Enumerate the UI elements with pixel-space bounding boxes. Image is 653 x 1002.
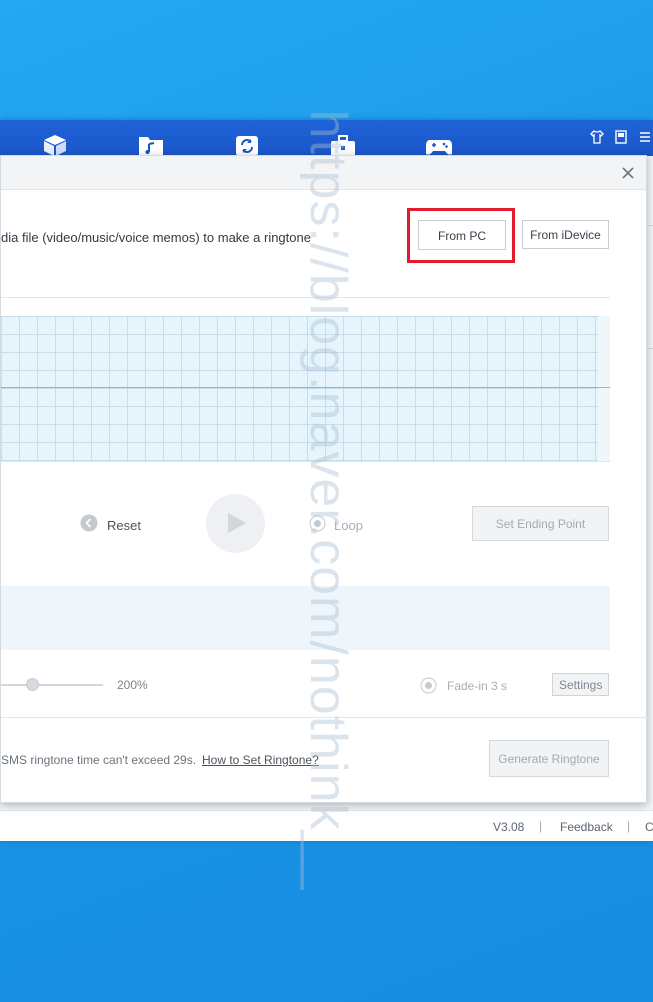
status-trailing-link[interactable]: C xyxy=(645,820,653,834)
panel-edge xyxy=(649,348,653,349)
status-separator: | xyxy=(539,819,543,833)
cube-icon[interactable] xyxy=(42,134,68,156)
loop-label: Loop xyxy=(334,518,363,533)
settings-button[interactable]: Settings xyxy=(552,673,609,696)
from-idevice-button[interactable]: From iDevice xyxy=(522,220,609,249)
sms-note: SMS ringtone time can't exceed 29s. xyxy=(1,753,197,767)
fade-in-radio[interactable] xyxy=(420,677,437,694)
how-to-set-ringtone-link[interactable]: How to Set Ringtone? xyxy=(202,753,319,767)
music-folder-icon[interactable] xyxy=(138,134,164,156)
toolbox-icon[interactable] xyxy=(330,134,356,156)
sync-icon[interactable] xyxy=(234,134,260,156)
dialog-header xyxy=(1,156,646,190)
note-icon[interactable] xyxy=(614,130,628,144)
app-statusbar: V3.08 | Feedback | C xyxy=(0,810,653,841)
volume-slider-track[interactable] xyxy=(1,684,103,686)
gamepad-icon[interactable] xyxy=(426,134,452,156)
clip-area xyxy=(1,586,610,650)
feedback-link[interactable]: Feedback xyxy=(560,820,613,834)
menu-icon[interactable] xyxy=(638,130,652,144)
instruction-text: dia file (video/music/voice memos) to ma… xyxy=(1,230,311,245)
generate-ringtone-button[interactable]: Generate Ringtone xyxy=(489,740,609,777)
shirt-icon[interactable] xyxy=(590,130,604,144)
waveform-baseline xyxy=(1,387,610,388)
status-separator: | xyxy=(627,819,631,833)
divider xyxy=(1,297,610,298)
from-pc-button[interactable]: From PC xyxy=(418,220,506,250)
panel-edge xyxy=(649,225,653,226)
play-button[interactable] xyxy=(206,494,265,553)
set-ending-point-button[interactable]: Set Ending Point xyxy=(472,506,609,541)
make-ringtone-dialog: dia file (video/music/voice memos) to ma… xyxy=(0,155,648,803)
version-label: V3.08 xyxy=(493,820,525,834)
loop-radio[interactable] xyxy=(309,515,326,532)
fade-in-label: Fade-in 3 s xyxy=(447,679,508,693)
reset-icon[interactable] xyxy=(80,514,98,532)
waveform-area[interactable] xyxy=(1,316,598,461)
divider xyxy=(1,717,648,718)
divider xyxy=(1,461,610,462)
close-icon[interactable] xyxy=(618,163,638,183)
waveform-scroll-strip xyxy=(598,316,610,461)
reset-label[interactable]: Reset xyxy=(107,518,141,533)
volume-max-label: 200% xyxy=(117,678,148,692)
volume-slider-handle[interactable] xyxy=(26,678,39,691)
app-topbar xyxy=(0,120,653,156)
play-icon xyxy=(228,513,246,533)
